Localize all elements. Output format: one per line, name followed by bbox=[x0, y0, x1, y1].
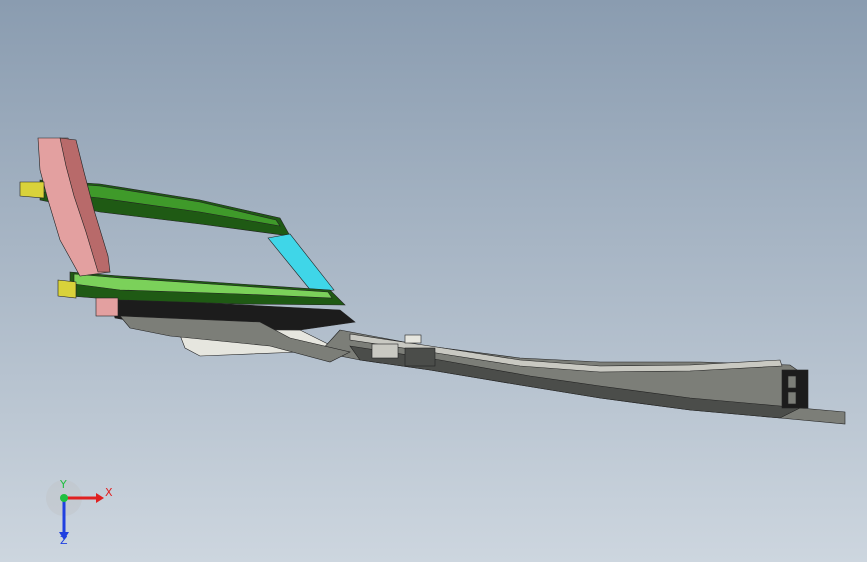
cad-model-view[interactable] bbox=[0, 0, 867, 562]
model-pink-lower-block[interactable] bbox=[95, 297, 119, 317]
model-mid-white-tab[interactable] bbox=[404, 334, 422, 344]
z-axis-label: Z bbox=[60, 534, 68, 547]
model-yellow-cap-upper[interactable] bbox=[19, 181, 45, 199]
model-yellow-cap-lower[interactable] bbox=[57, 279, 77, 299]
model-mid-light-box[interactable] bbox=[371, 343, 399, 359]
model-end-connector-inner-2[interactable] bbox=[787, 391, 797, 405]
model-mid-dark-box[interactable] bbox=[404, 347, 436, 367]
axis-triad: X Y Z bbox=[40, 478, 120, 548]
axis-triad-svg: X Y Z bbox=[46, 478, 113, 547]
x-axis-arrowhead bbox=[96, 493, 104, 503]
model-cyan-panel[interactable] bbox=[267, 233, 335, 293]
3d-viewport[interactable]: X Y Z bbox=[0, 0, 867, 562]
x-axis-label: X bbox=[105, 486, 113, 499]
y-axis-dot bbox=[60, 494, 68, 502]
y-axis-label: Y bbox=[59, 478, 67, 491]
model-end-connector-inner[interactable] bbox=[787, 375, 797, 389]
